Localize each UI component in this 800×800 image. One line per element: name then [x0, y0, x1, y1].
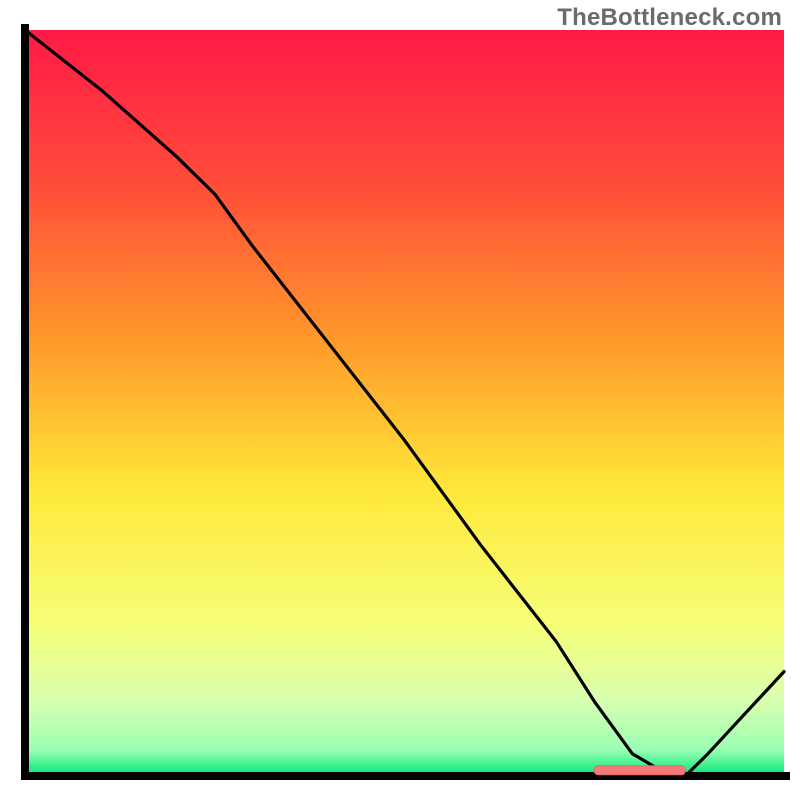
bottleneck-chart	[0, 0, 800, 800]
optimum-marker	[594, 766, 685, 775]
chart-stage: TheBottleneck.com	[0, 0, 800, 800]
plot-gradient-background	[25, 30, 784, 776]
